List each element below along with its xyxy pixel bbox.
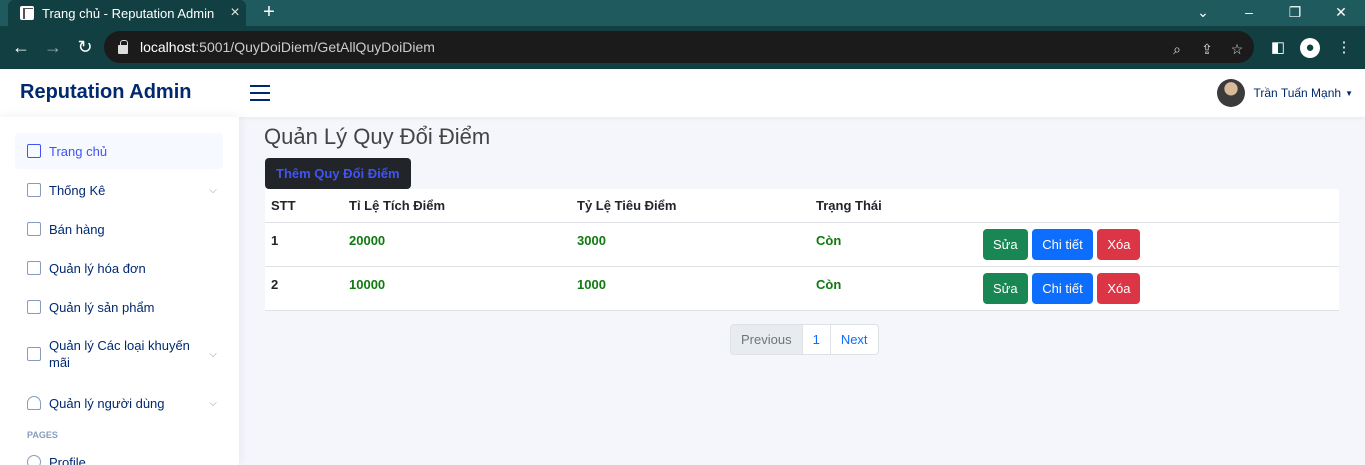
detail-button[interactable]: Chi tiết: [1032, 272, 1093, 304]
menu-kebab-icon[interactable]: ⋮: [1334, 38, 1354, 58]
chevron-down-icon: ⌵: [209, 184, 217, 196]
sidebar-item-label: Quản lý Các loại khuyến mãi: [49, 338, 190, 370]
brand-logo[interactable]: Reputation Admin: [20, 81, 191, 104]
profile-icon[interactable]: ●: [1300, 38, 1320, 58]
edit-button[interactable]: Sửa: [983, 272, 1028, 304]
sidebar-item-trang-chu[interactable]: Trang chủ: [15, 133, 223, 169]
tab-close-icon[interactable]: ×: [224, 4, 246, 22]
cell-tieu-diem: 1000: [571, 266, 810, 311]
sidebar-item-label: Quản lý hóa đơn: [49, 260, 146, 276]
sidebar: Trang chủ Thống Kê ⌵ Bán hàng Quản lý hó…: [0, 117, 239, 465]
cell-stt: 1: [265, 222, 343, 267]
sidebar-item-label: Bán hàng: [49, 221, 105, 237]
caret-down-icon: ▼: [1345, 88, 1353, 98]
table-row: 2 10000 1000 Còn Sửa Chi tiết Xóa: [265, 266, 1339, 311]
chevron-down-icon: ⌵: [209, 348, 217, 360]
avatar: [1217, 79, 1246, 107]
close-window-icon[interactable]: ✕: [1318, 0, 1364, 26]
table-row: 1 20000 3000 Còn Sửa Chi tiết Xóa: [265, 222, 1339, 267]
browser-toolbar: ← → ↻ localhost :5001/QuyDoiDiem/GetAllQ…: [0, 26, 1365, 69]
journal-icon: [27, 347, 41, 361]
cell-status: Còn: [810, 266, 977, 311]
delete-button[interactable]: Xóa: [1097, 228, 1141, 260]
restore-icon[interactable]: ❐: [1272, 0, 1318, 26]
sidebar-item-label: Thống Kê: [49, 182, 106, 198]
cell-tieu-diem: 3000: [571, 222, 810, 267]
chevron-down-icon: ⌵: [209, 397, 217, 409]
forward-icon[interactable]: →: [40, 34, 66, 60]
sidebar-item-ban-hang[interactable]: Bán hàng: [15, 211, 223, 247]
layout-icon: [27, 222, 41, 236]
detail-button[interactable]: Chi tiết: [1032, 228, 1093, 260]
page-title: Quản Lý Quy Đổi Điểm: [264, 124, 491, 149]
hamburger-menu-icon[interactable]: [250, 85, 270, 101]
tab-title: Trang chủ - Reputation Admin: [42, 5, 215, 21]
conversion-table: STT Tỉ Lệ Tích Điểm Tỷ Lệ Tiêu Điểm Trạn…: [265, 189, 1339, 311]
address-bar[interactable]: localhost :5001/QuyDoiDiem/GetAllQuyDoiD…: [104, 31, 1254, 63]
sidebar-section-heading: PAGES: [27, 430, 58, 440]
share-icon[interactable]: ⇪: [1198, 40, 1216, 58]
layout-icon: [27, 261, 41, 275]
pagination: Previous 1 Next: [730, 324, 879, 355]
journal-icon: [27, 183, 41, 197]
table-header-row: STT Tỉ Lệ Tích Điểm Tỷ Lệ Tiêu Điểm Trạn…: [265, 189, 1339, 223]
page-favicon-icon: [20, 6, 34, 20]
browser-tab-bar: Trang chủ - Reputation Admin × + ⌄ – ❐ ✕: [0, 0, 1365, 26]
sidebar-item-label: Trang chủ: [49, 143, 108, 159]
sidebar-item-thong-ke[interactable]: Thống Kê ⌵: [15, 172, 223, 208]
page-number-button[interactable]: 1: [801, 324, 831, 355]
delete-button[interactable]: Xóa: [1097, 272, 1141, 304]
edit-button[interactable]: Sửa: [983, 228, 1028, 260]
tab-search-icon[interactable]: ⌄: [1180, 0, 1226, 26]
sidebar-item-khuyen-mai[interactable]: Quản lý Các loại khuyến mãi ⌵: [15, 333, 223, 375]
column-header-actions: [977, 189, 1339, 223]
user-menu[interactable]: Trần Tuấn Mạnh ▼: [1217, 79, 1353, 107]
new-tab-icon[interactable]: +: [258, 0, 280, 26]
browser-tab[interactable]: Trang chủ - Reputation Admin ×: [8, 0, 246, 26]
cell-actions: Sửa Chi tiết Xóa: [977, 266, 1339, 311]
url-host: localhost: [140, 39, 196, 55]
cell-actions: Sửa Chi tiết Xóa: [977, 222, 1339, 267]
column-header: STT: [265, 189, 343, 223]
previous-page-button[interactable]: Previous: [730, 324, 803, 355]
sidebar-item-label: Quản lý sản phẩm: [49, 299, 155, 315]
app-header: Reputation Admin Trần Tuấn Mạnh ▼: [0, 69, 1365, 117]
sidebar-item-label: Profile: [49, 454, 86, 465]
sidebar-item-profile[interactable]: Profile: [15, 444, 223, 465]
bookmark-star-icon[interactable]: ☆: [1228, 40, 1246, 58]
grid-icon: [27, 144, 41, 158]
sidebar-item-san-pham[interactable]: Quản lý sản phẩm: [15, 289, 223, 325]
lock-icon: [118, 39, 128, 54]
back-icon[interactable]: ←: [8, 34, 34, 60]
column-header: Tỷ Lệ Tiêu Điểm: [571, 189, 810, 223]
gem-icon: [27, 396, 41, 410]
receipt-icon: [27, 300, 41, 314]
next-page-button[interactable]: Next: [829, 324, 879, 355]
column-header: Trạng Thái: [810, 189, 977, 223]
cell-tich-diem: 10000: [343, 266, 571, 311]
reload-icon[interactable]: ↻: [72, 34, 98, 60]
url-path: :5001/QuyDoiDiem/GetAllQuyDoiDiem: [195, 39, 435, 55]
side-panel-icon[interactable]: ◧: [1268, 38, 1288, 58]
minimize-icon[interactable]: –: [1226, 0, 1272, 26]
cell-status: Còn: [810, 222, 977, 267]
cell-stt: 2: [265, 266, 343, 311]
user-name: Trần Tuấn Mạnh: [1253, 86, 1342, 100]
sidebar-item-label: Quản lý người dùng: [49, 395, 165, 411]
add-conversion-button[interactable]: Thêm Quy Đổi Điểm: [265, 158, 411, 189]
cell-tich-diem: 20000: [343, 222, 571, 267]
sidebar-item-hoa-don[interactable]: Quản lý hóa đơn: [15, 250, 223, 286]
person-icon: [27, 455, 41, 465]
column-header: Tỉ Lệ Tích Điểm: [343, 189, 571, 223]
zoom-icon[interactable]: ⌕: [1168, 40, 1186, 58]
sidebar-item-nguoi-dung[interactable]: Quản lý người dùng ⌵: [15, 385, 223, 421]
